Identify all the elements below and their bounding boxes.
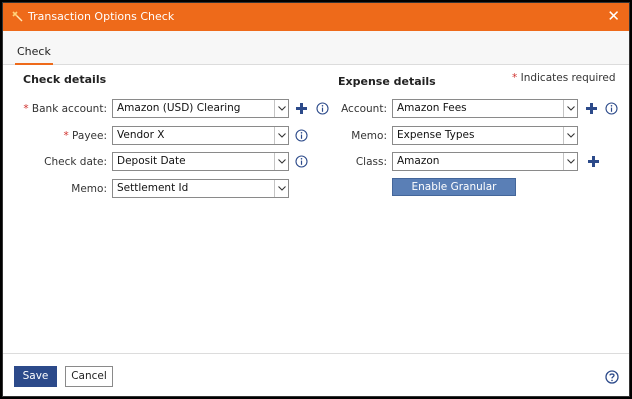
expense-memo-value: Expense Types: [397, 129, 475, 141]
chevron-down-icon[interactable]: [563, 127, 577, 144]
payee-value: Vendor X: [117, 129, 165, 141]
chevron-down-icon[interactable]: [274, 180, 288, 197]
expense-memo-label: Memo:: [351, 130, 387, 142]
account-label: Account:: [341, 103, 387, 115]
payee-label: * Payee:: [63, 130, 107, 142]
chevron-down-icon[interactable]: [274, 127, 288, 144]
memo-select[interactable]: Settlement Id: [112, 179, 289, 198]
required-note: * Indicates required: [512, 72, 616, 84]
bank-account-value: Amazon (USD) Clearing: [117, 102, 241, 114]
chevron-down-icon[interactable]: [274, 100, 288, 117]
info-icon[interactable]: [605, 102, 618, 115]
info-icon[interactable]: [295, 129, 308, 142]
help-icon[interactable]: [605, 370, 619, 384]
required-star: *: [23, 103, 29, 115]
add-class-icon[interactable]: [587, 155, 600, 168]
memo-value: Settlement Id: [117, 182, 189, 194]
cancel-button[interactable]: Cancel: [65, 366, 113, 387]
payee-select[interactable]: Vendor X: [112, 126, 289, 145]
tab-check[interactable]: Check: [15, 45, 53, 65]
required-star: *: [63, 130, 69, 142]
expense-memo-select[interactable]: Expense Types: [392, 126, 578, 145]
class-label: Class:: [355, 156, 387, 168]
class-select[interactable]: Amazon: [392, 152, 578, 171]
memo-label: Memo:: [71, 183, 107, 195]
dialog: Transaction Options Check ✕ Check Check …: [2, 2, 630, 397]
info-icon[interactable]: [295, 155, 308, 168]
enable-granular-posting-button[interactable]: Enable Granular Posting: [392, 178, 516, 209]
window-title: Transaction Options Check: [28, 10, 175, 23]
close-icon[interactable]: ✕: [607, 8, 620, 24]
chevron-down-icon[interactable]: [274, 153, 288, 170]
info-icon[interactable]: [316, 102, 329, 115]
check-date-select[interactable]: Deposit Date: [112, 152, 289, 171]
check-date-value: Deposit Date: [117, 155, 186, 167]
account-value: Amazon Fees: [397, 102, 467, 114]
app-logo-icon: [12, 11, 23, 22]
expense-details-title: Expense details: [338, 75, 436, 88]
titlebar: Transaction Options Check ✕: [3, 3, 629, 31]
footer: Save Cancel: [3, 353, 629, 396]
save-button[interactable]: Save: [14, 366, 57, 387]
chevron-down-icon[interactable]: [563, 100, 577, 117]
chevron-down-icon[interactable]: [563, 153, 577, 170]
add-bank-account-icon[interactable]: [295, 102, 308, 115]
check-details-title: Check details: [23, 73, 107, 86]
bank-account-label: * Bank account:: [23, 103, 107, 115]
class-value: Amazon: [397, 155, 440, 167]
tab-strip: Check: [3, 31, 629, 65]
account-select[interactable]: Amazon Fees: [392, 99, 578, 118]
required-star: *: [512, 72, 518, 84]
check-date-label: Check date:: [44, 156, 107, 168]
add-account-icon[interactable]: [585, 102, 598, 115]
bank-account-select[interactable]: Amazon (USD) Clearing: [112, 99, 289, 118]
